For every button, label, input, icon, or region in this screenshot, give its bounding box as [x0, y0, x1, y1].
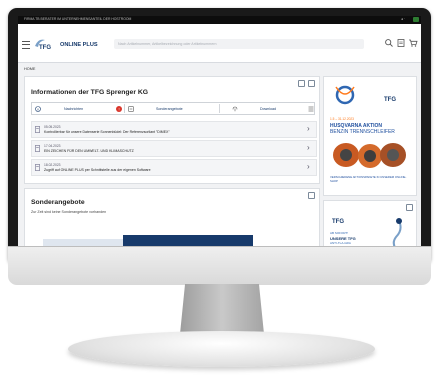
search-input[interactable]: Nach Artikelnummer, Artikelbezeichnung o…: [114, 39, 364, 49]
logo-text: TFG: [39, 45, 51, 51]
offers-title: Sonderangebote: [31, 199, 85, 206]
ad-graphic-icon: [335, 85, 355, 105]
ad-tfg[interactable]: TFG AB SOFORT! UNSERE TFG ANTI-TLA-GRA: [323, 200, 417, 248]
tab-sonderangebote[interactable]: Sonderangebote: [125, 103, 219, 114]
svg-text:!: !: [118, 106, 119, 111]
settings-icon[interactable]: [308, 192, 315, 199]
news-icon: [35, 145, 40, 152]
news-item[interactable]: 05.05.2023 Kontrollierbar für unsere Dat…: [31, 121, 317, 138]
chevron-right-icon: ›: [307, 162, 310, 171]
news-date: 05.05.2023: [44, 124, 61, 129]
info-card: Informationen der TFG Sprenger KG Nachri…: [24, 76, 320, 184]
news-date: 18.02.2023: [44, 162, 61, 167]
menu-icon[interactable]: [22, 41, 30, 49]
news-text: EIN ZEICHEN FÜR DEN UMWELT- UND KLIMASCH…: [44, 148, 134, 153]
offers-card: Sonderangebote Zur Zeit sind keine Sonde…: [24, 188, 320, 248]
offer-icon: [128, 105, 134, 112]
news-text: Kontrollierbar für unsere Datenserie Son…: [44, 129, 170, 134]
settings-icon[interactable]: [406, 204, 413, 211]
status-text: FIRMA TB BERATER IM UNTERNEHMENSANTEIL D…: [24, 17, 132, 21]
download-icon: [232, 106, 238, 111]
chevron-right-icon: ›: [307, 143, 310, 152]
tab-nachrichten[interactable]: Nachrichten: [32, 103, 124, 114]
chainsaw-product-image: [333, 143, 406, 168]
ad-husqvarna[interactable]: TFG 1.5 – 31.12.2023 HUSQVARNA AKTION BE…: [323, 76, 417, 196]
tab-label: Nachrichten: [64, 107, 84, 111]
screen: FIRMA TB BERATER IM UNTERNEHMENSANTEIL D…: [18, 16, 421, 248]
status-bar: FIRMA TB BERATER IM UNTERNEHMENSANTEIL D…: [18, 16, 421, 24]
monitor-base: [68, 331, 375, 367]
ad-logo-text: TFG: [332, 219, 344, 225]
offers-empty-text: Zur Zeit sind keine Sonderangebote vorha…: [31, 210, 107, 214]
info-card-title: Informationen der TFG Sprenger KG: [31, 89, 149, 96]
status-indicator-text: ◂ ·: [401, 17, 405, 21]
battery-icon: [413, 17, 419, 22]
news-text: Zugriff auf ONLINE PLUS per Schnittstell…: [44, 167, 151, 172]
news-icon: [35, 164, 40, 171]
monitor-chin: [8, 246, 431, 285]
tab-download[interactable]: Download: [220, 103, 314, 114]
search-placeholder: Nach Artikelnummer, Artikelbezeichnung o…: [118, 41, 217, 46]
brand-name: ONLINE PLUS: [60, 42, 98, 48]
figure-graphic-icon: [392, 218, 402, 248]
external-link-icon[interactable]: [298, 80, 305, 87]
chevron-right-icon: ›: [307, 124, 310, 133]
news-date: 17.04.2023: [44, 143, 61, 148]
ad-dates: 1.5 – 31.12.2023: [330, 117, 354, 121]
ad-logo-text: TFG: [384, 97, 396, 103]
news-item[interactable]: 18.02.2023 Zugriff auf ONLINE PLUS per S…: [31, 159, 317, 176]
info-tabs: Nachrichten ! Sonderangebote Download: [31, 102, 315, 115]
tfg-logo[interactable]: TFG: [33, 36, 57, 52]
alert-badge-icon: !: [116, 105, 122, 112]
document-icon[interactable]: [396, 38, 406, 48]
news-icon: [35, 126, 40, 133]
info-icon: [35, 105, 41, 112]
tab-label: Sonderangebote: [156, 107, 183, 111]
ad-footer: VERSCHIEDENE AKTIONSPAKETE IN UNSEREM ON…: [330, 175, 407, 183]
cart-icon[interactable]: [408, 38, 418, 48]
app-header: TFG ONLINE PLUS Nach Artikelnummer, Arti…: [18, 24, 421, 63]
settings-icon[interactable]: [308, 80, 315, 87]
monitor-stand: [180, 284, 264, 334]
search-icon[interactable]: [384, 38, 394, 48]
news-item[interactable]: 17.04.2023 EIN ZEICHEN FÜR DEN UMWELT- U…: [31, 140, 317, 157]
tab-label: Download: [260, 107, 276, 111]
ad-title-line2: BENZIN TRENNSCHLEIFER: [330, 129, 395, 135]
breadcrumb[interactable]: HOME: [24, 67, 35, 71]
monitor-frame: FIRMA TB BERATER IM UNTERNEHMENSANTEIL D…: [8, 8, 431, 266]
list-icon[interactable]: [308, 106, 314, 112]
